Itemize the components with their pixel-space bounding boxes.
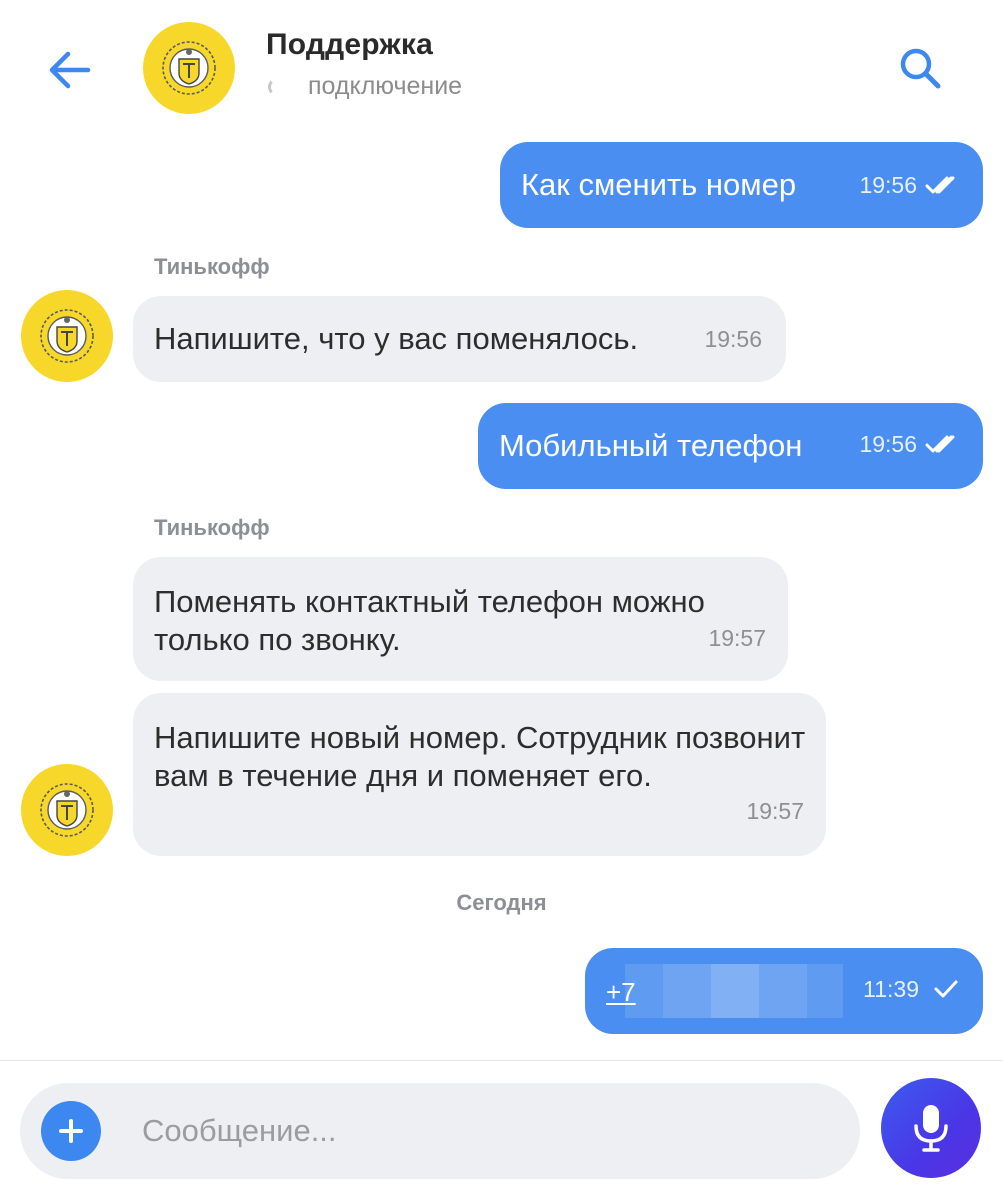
tinkoff-logo-icon bbox=[162, 41, 216, 95]
loading-spinner-icon bbox=[268, 77, 286, 96]
tinkoff-logo-icon bbox=[40, 309, 94, 363]
sender-name: Тинькофф bbox=[154, 254, 270, 279]
attach-button[interactable] bbox=[41, 1101, 101, 1161]
arrow-left-icon bbox=[49, 51, 91, 89]
double-check-icon bbox=[925, 174, 959, 196]
message-text: Мобильный телефон bbox=[499, 428, 803, 463]
bot-avatar[interactable] bbox=[21, 764, 113, 856]
microphone-icon bbox=[914, 1105, 948, 1152]
message-incoming[interactable]: Поменять контактный телефон можно только… bbox=[133, 557, 788, 681]
tinkoff-logo-icon bbox=[40, 783, 94, 837]
message-incoming[interactable]: Напишите, что у вас поменялось. 19:56 bbox=[133, 296, 786, 382]
microphone-button[interactable] bbox=[881, 1078, 981, 1178]
message-outgoing[interactable]: +7 11:39 bbox=[585, 948, 983, 1034]
message-text: Как сменить номер bbox=[521, 167, 797, 202]
message-meta: 19:57 bbox=[746, 792, 804, 830]
composer bbox=[20, 1083, 860, 1179]
message-list[interactable]: Как сменить номер 19:56 Тинькофф Напишит… bbox=[0, 130, 1003, 1060]
connection-status: подключение bbox=[266, 72, 462, 101]
back-button[interactable] bbox=[42, 42, 98, 98]
message-meta: 19:56 bbox=[859, 425, 959, 463]
sender-name: Тинькофф bbox=[154, 515, 270, 540]
redacted-phone-number bbox=[625, 964, 855, 1018]
connection-status-text: подключение bbox=[308, 72, 463, 100]
message-meta: 19:56 bbox=[704, 320, 762, 358]
double-check-icon bbox=[925, 433, 959, 455]
search-button[interactable] bbox=[892, 40, 948, 96]
message-time: 19:56 bbox=[859, 172, 917, 198]
message-time: 19:57 bbox=[746, 798, 804, 824]
chat-header: Поддержка подключение bbox=[0, 0, 1003, 130]
message-time: 11:39 bbox=[863, 976, 919, 1002]
message-incoming[interactable]: Напишите новый номер. Сотрудник позвонит… bbox=[133, 693, 826, 856]
plus-icon bbox=[59, 1119, 83, 1143]
message-text: Поменять контактный телефон можно только… bbox=[154, 584, 705, 657]
message-text: Напишите новый номер. Сотрудник позвонит… bbox=[154, 720, 806, 793]
message-outgoing[interactable]: Как сменить номер 19:56 bbox=[500, 142, 983, 228]
message-time: 19:56 bbox=[704, 326, 762, 352]
composer-divider bbox=[0, 1060, 1003, 1061]
message-text: Напишите, что у вас поменялось. bbox=[154, 321, 639, 356]
search-icon bbox=[900, 48, 941, 89]
message-meta: 11:39 bbox=[863, 970, 959, 1008]
chat-title: Поддержка bbox=[266, 28, 433, 61]
message-time: 19:57 bbox=[708, 625, 766, 651]
message-input[interactable] bbox=[142, 1105, 832, 1157]
bot-avatar[interactable] bbox=[21, 290, 113, 382]
message-outgoing[interactable]: Мобильный телефон 19:56 bbox=[478, 403, 983, 489]
message-meta: 19:56 bbox=[859, 166, 959, 204]
message-time: 19:56 bbox=[859, 431, 917, 457]
message-meta: 19:57 bbox=[708, 619, 766, 657]
support-avatar[interactable] bbox=[143, 22, 235, 114]
date-divider: Сегодня bbox=[456, 890, 547, 915]
check-icon bbox=[933, 978, 959, 1000]
